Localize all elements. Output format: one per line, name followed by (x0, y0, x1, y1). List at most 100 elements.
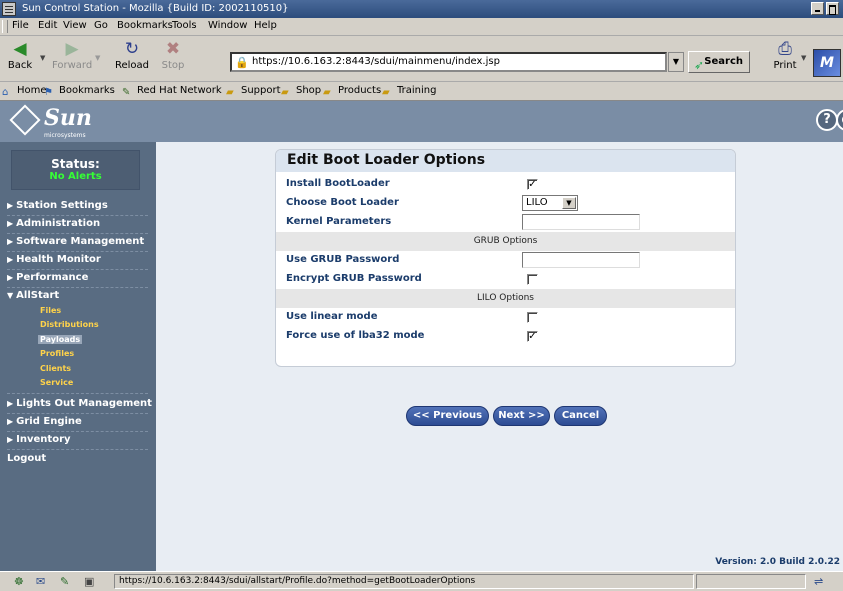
search-label: Search (704, 56, 743, 67)
stop-button[interactable]: ✖ Stop (153, 40, 193, 71)
sidebar-subitem-payloads[interactable]: Payloads (38, 335, 83, 344)
menu-window[interactable]: Window (208, 20, 247, 31)
next-button[interactable]: Next >> (493, 406, 550, 426)
training-folder[interactable]: ▰ Training (382, 85, 436, 98)
choose-boot-loader-label: Choose Boot Loader (286, 197, 399, 208)
composer-icon[interactable]: ✎ (60, 575, 69, 588)
volume-icon[interactable]: ◐ (836, 109, 843, 131)
use-linear-mode-checkbox[interactable] (527, 312, 538, 323)
sidebar-divider (7, 287, 148, 288)
maximize-button[interactable] (826, 2, 839, 15)
home-link[interactable]: ⌂ Home (2, 85, 47, 98)
sidebar-item-performance[interactable]: ▶ Performance (7, 272, 88, 283)
sidebar-item-lights-out-management[interactable]: ▶ Lights Out Management (7, 398, 152, 409)
sidebar-item-inventory[interactable]: ▶ Inventory (7, 434, 71, 445)
menu-bar: File Edit View Go Bookmarks Tools Window… (0, 18, 843, 36)
support-folder[interactable]: ▰ Support (226, 85, 281, 98)
previous-button[interactable]: << Previous (406, 406, 489, 426)
online-status-icon[interactable]: ⇌ (814, 575, 823, 588)
folder-icon: ▰ (281, 87, 289, 98)
bookmarks-link[interactable]: ⚑ Bookmarks (44, 85, 115, 98)
sidebar-item-station-settings[interactable]: ▶ Station Settings (7, 200, 108, 211)
choose-boot-loader-row: Choose Boot Loader LILO ▼ (276, 194, 735, 213)
menubar-grip[interactable] (2, 20, 8, 33)
sidebar-item-label: Logout (7, 453, 47, 464)
sidebar-item-grid-engine[interactable]: ▶ Grid Engine (7, 416, 82, 427)
kernel-parameters-input[interactable] (522, 214, 640, 230)
window-menu-icon[interactable] (2, 2, 16, 16)
sidebar-subitem-files[interactable]: Files (40, 306, 61, 315)
url-bar[interactable]: 🔒 https://10.6.163.2:8443/sdui/mainmenu/… (230, 52, 667, 72)
shop-folder[interactable]: ▰ Shop (281, 85, 321, 98)
menu-view[interactable]: View (63, 20, 87, 31)
encrypt-grub-password-label: Encrypt GRUB Password (286, 273, 422, 284)
forward-button[interactable]: ▶ Forward (52, 40, 92, 71)
search-icon: ➶ (694, 58, 705, 72)
search-button[interactable]: ➶ Search (688, 51, 750, 73)
bookmarks-icon: ⚑ (44, 87, 53, 98)
forward-label: Forward (52, 60, 93, 71)
page-title: Edit Boot Loader Options (287, 152, 486, 168)
cancel-button[interactable]: Cancel (554, 406, 607, 426)
expand-arrow-icon: ▶ (7, 219, 14, 228)
force-lba32-row: Force use of lba32 mode ✓ (276, 327, 735, 346)
menu-file[interactable]: File (12, 20, 29, 31)
sidebar-item-software-management[interactable]: ▶ Software Management (7, 236, 144, 247)
support-label: Support (241, 85, 281, 96)
address-book-icon[interactable]: ▣ (84, 575, 94, 588)
mozilla-throbber-icon[interactable]: M (813, 49, 841, 77)
menu-edit[interactable]: Edit (38, 20, 57, 31)
navigator-icon[interactable]: ☸ (14, 575, 24, 588)
forward-history-dropdown[interactable]: ▼ (95, 54, 100, 62)
url-history-dropdown[interactable]: ▼ (668, 52, 684, 72)
print-dropdown[interactable]: ▼ (801, 54, 806, 62)
status-url: https://10.6.163.2:8443/sdui/allstart/Pr… (114, 574, 694, 589)
sidebar-item-logout[interactable]: Logout (7, 453, 46, 464)
boot-loader-form-panel: Edit Boot Loader Options Install BootLoa… (275, 149, 736, 367)
page-viewport: Sun microsystems ? ◐ Status: No Alerts ▶… (0, 101, 843, 571)
grub-password-input[interactable] (522, 252, 640, 268)
minimize-button[interactable] (811, 2, 824, 15)
sidebar-subitem-clients[interactable]: Clients (40, 364, 71, 373)
red-hat-network-link[interactable]: ✎ Red Hat Network (122, 85, 222, 98)
help-icon[interactable]: ? (816, 109, 838, 131)
reload-button[interactable]: ↻ Reload (112, 40, 152, 71)
grub-options-header: GRUB Options (276, 232, 735, 251)
sidebar-item-allstart[interactable]: ▼ AllStart (7, 290, 59, 301)
sidebar-item-administration[interactable]: ▶ Administration (7, 218, 100, 229)
window-titlebar[interactable]: Sun Control Station - Mozilla {Build ID:… (0, 0, 843, 18)
sun-logo-subtext: microsystems (44, 132, 86, 139)
home-icon: ⌂ (2, 87, 9, 98)
red-hat-icon: ✎ (122, 87, 131, 98)
kernel-parameters-row: Kernel Parameters (276, 213, 735, 232)
use-linear-mode-row: Use linear mode (276, 308, 735, 327)
products-folder[interactable]: ▰ Products (323, 85, 381, 98)
back-history-dropdown[interactable]: ▼ (40, 54, 45, 62)
sidebar-subitem-profiles[interactable]: Profiles (40, 349, 74, 358)
use-linear-mode-label: Use linear mode (286, 311, 378, 322)
mail-icon[interactable]: ✉ (36, 575, 45, 588)
forward-arrow-icon: ▶ (65, 39, 79, 59)
sidebar-subitem-distributions[interactable]: Distributions (40, 320, 99, 329)
status-label: Status: (51, 157, 100, 171)
menu-tools[interactable]: Tools (172, 20, 197, 31)
reload-label: Reload (114, 60, 150, 71)
install-bootloader-checkbox[interactable]: ✓ (527, 179, 538, 190)
force-lba32-checkbox[interactable]: ✓ (527, 331, 538, 342)
version-bar: Version: 2.0 Build 2.0.22 (156, 554, 843, 571)
sidebar-divider (7, 215, 148, 216)
browser-status-bar: ☸ ✉ ✎ ▣ https://10.6.163.2:8443/sdui/all… (0, 571, 843, 591)
menu-help[interactable]: Help (254, 20, 277, 31)
chevron-down-icon: ▼ (562, 197, 576, 209)
sidebar-item-label: Grid Engine (16, 416, 82, 427)
collapse-arrow-icon: ▼ (7, 291, 14, 300)
menu-go[interactable]: Go (94, 20, 108, 31)
print-button[interactable]: ⎙ Print (765, 40, 805, 71)
sidebar-item-label: Inventory (16, 434, 71, 445)
boot-loader-select[interactable]: LILO ▼ (522, 195, 578, 211)
sidebar-subitem-service[interactable]: Service (40, 378, 73, 387)
back-button[interactable]: ◀ Back (0, 40, 40, 71)
encrypt-grub-password-checkbox[interactable] (527, 274, 538, 285)
sidebar-item-health-monitor[interactable]: ▶ Health Monitor (7, 254, 101, 265)
menu-bookmarks[interactable]: Bookmarks (117, 20, 173, 31)
